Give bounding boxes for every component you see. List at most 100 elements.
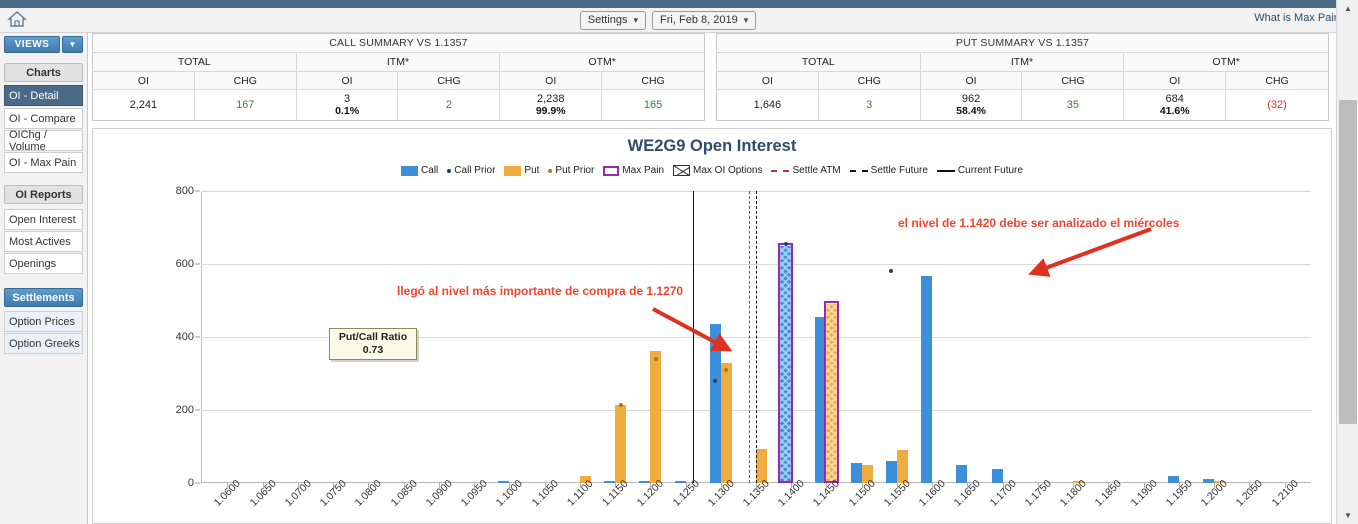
vertical-scrollbar[interactable]: ▲ ▼: [1336, 0, 1358, 524]
summary-cell: 1,646: [717, 90, 819, 120]
summary-cell: 30.1%: [297, 90, 399, 120]
sidebar-group-charts[interactable]: Charts: [4, 63, 83, 82]
summary-cell-value: 962: [962, 93, 980, 106]
legend-label: Call Prior: [454, 165, 495, 176]
y-axis-tick-label: 600: [176, 258, 194, 270]
scroll-up-arrow-icon[interactable]: ▲: [1337, 0, 1358, 17]
legend-label: Current Future: [958, 165, 1023, 176]
chart-dot-callp: [784, 242, 788, 246]
summary-cell: 2,23899.9%: [500, 90, 602, 120]
sidebar-item-option-greeks[interactable]: Option Greeks: [4, 333, 83, 354]
sidebar-item-most-actives[interactable]: Most Actives: [4, 231, 83, 252]
legend-item: Max Pain: [603, 165, 664, 176]
chart-bar-put: [650, 351, 661, 483]
sidebar-item-oichg-volume[interactable]: OIChg / Volume: [4, 130, 83, 151]
chart-bar-call: [921, 276, 932, 483]
summary-cell: 35: [1022, 90, 1124, 120]
chart-bar-call: [886, 461, 897, 483]
chart-bar-call: [604, 481, 615, 483]
summary-cell-percent: 41.6%: [1160, 105, 1190, 117]
summary-group-header: TOTAL: [93, 53, 297, 71]
legend-swatch-hollow-icon: [603, 166, 619, 176]
put-summary-title: PUT SUMMARY VS 1.1357: [717, 34, 1328, 53]
legend-item: Current Future: [937, 165, 1023, 176]
legend-item: Call Prior: [447, 165, 495, 176]
put-call-ratio-value: 0.73: [363, 344, 383, 357]
sidebar-item-option-prices[interactable]: Option Prices: [4, 311, 83, 332]
settings-dropdown[interactable]: Settings ▾: [580, 11, 646, 30]
chart-bar-call: [1168, 476, 1179, 483]
summary-group-header: OTM*: [1124, 53, 1328, 71]
summary-column-header: OI: [93, 72, 195, 89]
summary-cell-value: 35: [1067, 99, 1079, 112]
sidebar-group-settlements[interactable]: Settlements: [4, 288, 83, 307]
summary-cell-value: 1,646: [754, 99, 782, 112]
sidebar-item-open-interest[interactable]: Open Interest: [4, 209, 83, 230]
legend-label: Put: [524, 165, 539, 176]
summary-cell-percent: 99.9%: [536, 105, 566, 117]
summary-cell-percent: 58.4%: [956, 105, 986, 117]
legend-swatch-box-icon: [401, 166, 418, 176]
y-axis-tick-label: 0: [188, 477, 194, 489]
y-axis-tick-label: 200: [176, 404, 194, 416]
reference-line-fut: [756, 191, 757, 483]
summary-column-header: OI: [500, 72, 602, 89]
chart-bar-put: [615, 405, 626, 483]
y-axis-tick-label: 400: [176, 331, 194, 343]
y-tick-mark: [195, 264, 200, 265]
summary-column-header-row: OICHGOICHGOICHG: [93, 72, 704, 90]
sidebar-item-oi-max-pain[interactable]: OI - Max Pain: [4, 152, 83, 173]
legend-item: Call: [401, 165, 438, 176]
chart-bar-call: [710, 324, 721, 483]
chart-bar-call: [639, 481, 650, 483]
chart-bar-call: [851, 463, 862, 483]
chevron-down-icon: ▾: [634, 16, 639, 25]
legend-label: Max OI Options: [693, 165, 762, 176]
legend-label: Put Prior: [555, 165, 594, 176]
reference-line-atm: [749, 191, 750, 483]
summary-cell: 68441.6%: [1124, 90, 1226, 120]
chart-dot-putp: [654, 357, 658, 361]
sidebar-group-oi-reports[interactable]: OI Reports: [4, 185, 83, 204]
put-summary-table: PUT SUMMARY VS 1.1357TOTALITM*OTM*OICHGO…: [716, 33, 1329, 121]
summary-group-header: ITM*: [921, 53, 1125, 71]
scroll-down-arrow-icon[interactable]: ▼: [1337, 507, 1358, 524]
reference-line-cur: [693, 191, 694, 483]
summary-cell-value: 167: [236, 99, 254, 112]
top-accent-bar: [0, 0, 1336, 8]
summary-cell: 165: [602, 90, 704, 120]
summary-column-header: OI: [297, 72, 399, 89]
legend-label: Settle ATM: [792, 165, 840, 176]
legend-swatch-dot-icon: [548, 169, 552, 173]
sidebar-item-oi-detail[interactable]: OI - Detail: [4, 85, 83, 106]
views-button[interactable]: VIEWS: [4, 36, 60, 53]
summary-cell: 2: [398, 90, 500, 120]
summary-cell-value: 3: [866, 99, 872, 112]
legend-swatch-box-icon: [504, 166, 521, 176]
sidebar-item-oi-compare[interactable]: OI - Compare: [4, 108, 83, 129]
sidebar-item-openings[interactable]: Openings: [4, 253, 83, 274]
what-is-max-pain-link[interactable]: What is Max Pain?: [1254, 12, 1346, 24]
date-dropdown[interactable]: Fri, Feb 8, 2019 ▾: [652, 11, 756, 30]
summary-cell: (32): [1226, 90, 1328, 120]
summary-column-header-row: OICHGOICHGOICHG: [717, 72, 1328, 90]
call-summary-table: CALL SUMMARY VS 1.1357TOTALITM*OTM*OICHG…: [92, 33, 705, 121]
summary-column-header: CHG: [398, 72, 500, 89]
y-tick-mark: [195, 410, 200, 411]
legend-label: Settle Future: [871, 165, 928, 176]
chart-bar-put: [721, 363, 732, 483]
annotation-text-1: llegó al nivel más importante de compra …: [397, 284, 683, 298]
scrollbar-thumb[interactable]: [1339, 100, 1357, 424]
chart-dot-callp: [889, 269, 893, 273]
summary-cell-percent: 0.1%: [335, 105, 359, 117]
y-tick-mark: [195, 483, 200, 484]
chart-legend: Call Call Prior Put Put Prior Max Pain Max OI…: [93, 165, 1331, 176]
summary-column-header: CHG: [195, 72, 297, 89]
chevron-down-icon: ▾: [744, 16, 749, 25]
summary-group-header: ITM*: [297, 53, 501, 71]
put-call-ratio-box: Put/Call Ratio 0.73: [329, 328, 417, 360]
sidebar: VIEWS ▼ Charts OI Reports Settlements OI -…: [0, 33, 88, 524]
views-dropdown-arrow-icon[interactable]: ▼: [62, 36, 83, 53]
summary-cell-value: 3: [344, 93, 350, 106]
summary-group-header-row: TOTALITM*OTM*: [717, 53, 1328, 72]
